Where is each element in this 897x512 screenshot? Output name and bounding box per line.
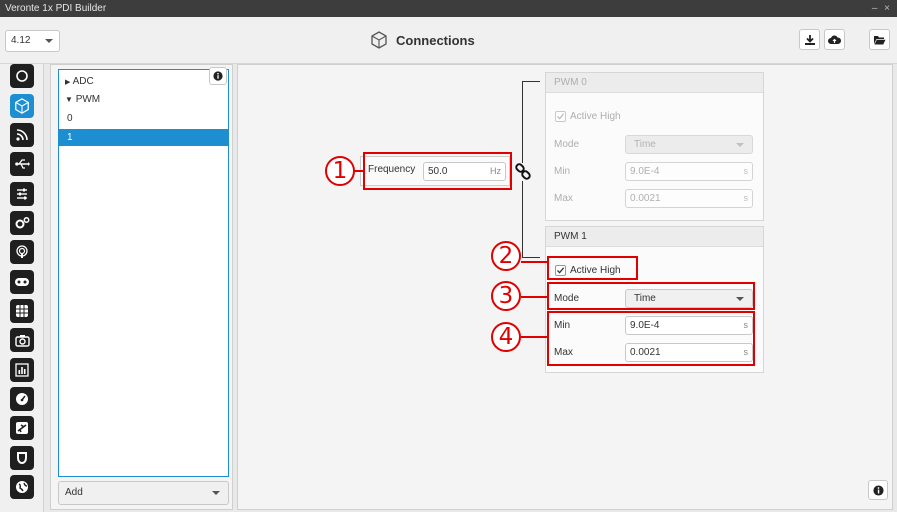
- shield-icon[interactable]: [10, 446, 34, 470]
- annotation-box-active-high: [547, 256, 638, 280]
- tree-item-pwm[interactable]: ▼ PWM: [59, 91, 228, 108]
- pwm0-min-input[interactable]: 9.0E-4 s: [625, 162, 753, 181]
- camera-icon[interactable]: [10, 328, 34, 352]
- dashboard-gauge-icon[interactable]: [10, 387, 34, 411]
- gears-icon[interactable]: [10, 211, 34, 235]
- pwm0-min-value: 9.0E-4: [630, 166, 660, 177]
- pwm0-title: PWM 0: [546, 73, 763, 93]
- left-icon-sidebar: [0, 64, 44, 512]
- pwm-link-bracket-top: [522, 81, 540, 83]
- tree-item-label: PWM: [75, 94, 101, 105]
- download-button[interactable]: [799, 29, 820, 50]
- tree-info-button[interactable]: [209, 67, 227, 85]
- globe-icon[interactable]: [10, 475, 34, 499]
- add-select[interactable]: Add: [58, 481, 229, 505]
- header: 4.12 Connections: [0, 17, 897, 64]
- gamepad-icon[interactable]: [10, 270, 34, 294]
- connections-icon: [371, 31, 387, 49]
- pwm-link-bracket-bottom: [522, 257, 540, 259]
- airplane-icon[interactable]: [10, 416, 34, 440]
- page-title: Connections: [396, 32, 475, 48]
- main-info-button[interactable]: [868, 480, 888, 500]
- cloud-upload-button[interactable]: [824, 29, 845, 50]
- window-controls[interactable]: – ×: [872, 0, 892, 17]
- sliders-icon[interactable]: [10, 182, 34, 206]
- annotation-box-mode: [547, 282, 755, 310]
- power-icon[interactable]: [10, 64, 34, 88]
- connections-nav-icon[interactable]: [10, 94, 34, 118]
- pwm0-panel: PWM 0 Active High Mode Time Min 9.0E-4 s…: [545, 72, 764, 221]
- link-toggle-button[interactable]: [514, 163, 532, 181]
- callout-3: 3: [491, 281, 521, 311]
- chevron-down-icon: [45, 39, 53, 43]
- info-icon: [872, 484, 884, 496]
- tree-item-pwm-0[interactable]: 0: [59, 110, 228, 127]
- tree-item-pwm-1[interactable]: 1: [59, 129, 228, 146]
- tree-item-label: ADC: [72, 76, 94, 87]
- pwm1-title: PWM 1: [546, 227, 763, 247]
- pwm0-max-value: 0.0021: [630, 193, 661, 204]
- tree-item-label: 1: [67, 132, 73, 143]
- check-icon: [557, 113, 565, 120]
- download-icon: [804, 34, 815, 45]
- pwm0-max-unit: s: [743, 193, 749, 203]
- bar-chart-icon[interactable]: [10, 358, 34, 382]
- cloud-upload-icon: [828, 35, 841, 44]
- grid-icon[interactable]: [10, 299, 34, 323]
- annotation-line-3: [521, 296, 548, 298]
- rss-feed-icon[interactable]: [10, 123, 34, 147]
- add-label: Add: [65, 487, 83, 498]
- chevron-down-icon: [736, 143, 744, 147]
- pwm0-min-label: Min: [554, 166, 571, 177]
- connections-tree: ▶ ADC ▼ PWM 0 1: [58, 69, 229, 477]
- annotation-box-frequency: [363, 152, 512, 190]
- collapse-arrow-icon[interactable]: ▼: [65, 95, 73, 104]
- usb-icon[interactable]: [10, 152, 34, 176]
- folder-open-icon: [874, 35, 886, 44]
- callout-4: 4: [491, 322, 521, 352]
- window-title: Veronte 1x PDI Builder: [5, 3, 107, 14]
- podcast-icon[interactable]: [10, 240, 34, 264]
- pwm0-mode-select[interactable]: Time: [625, 135, 753, 154]
- version-value: 4.12: [11, 35, 31, 46]
- info-icon: [213, 71, 223, 81]
- tree-item-adc[interactable]: ▶ ADC: [59, 73, 228, 90]
- main-editor-area: Frequency 50.0 Hz PWM 0 Active High Mode…: [237, 64, 893, 510]
- expand-arrow-icon[interactable]: ▶: [65, 79, 70, 86]
- pwm0-active-high-checkbox[interactable]: [555, 111, 566, 122]
- pwm0-mode-label: Mode: [554, 139, 580, 150]
- callout-1: 1: [325, 156, 355, 186]
- open-folder-button[interactable]: [869, 29, 890, 50]
- tree-item-label: 0: [67, 113, 73, 124]
- pwm0-min-unit: s: [743, 166, 749, 176]
- callout-2: 2: [491, 241, 521, 271]
- annotation-line-2: [521, 261, 548, 263]
- annotation-box-min-max: [547, 311, 755, 366]
- pwm0-mode-value: Time: [634, 139, 656, 150]
- window-titlebar: Veronte 1x PDI Builder – ×: [0, 0, 897, 17]
- pwm0-max-input[interactable]: 0.0021 s: [625, 189, 753, 208]
- version-select[interactable]: 4.12: [5, 30, 60, 52]
- pwm0-max-label: Max: [554, 193, 573, 204]
- annotation-line-4: [521, 336, 548, 338]
- chevron-down-icon: [212, 491, 220, 495]
- page-title-group: Connections: [370, 29, 475, 51]
- tree-panel: ▶ ADC ▼ PWM 0 1 Add: [50, 64, 233, 510]
- chain-link-icon: [515, 163, 531, 180]
- pwm0-active-high-label: Active High: [570, 111, 621, 122]
